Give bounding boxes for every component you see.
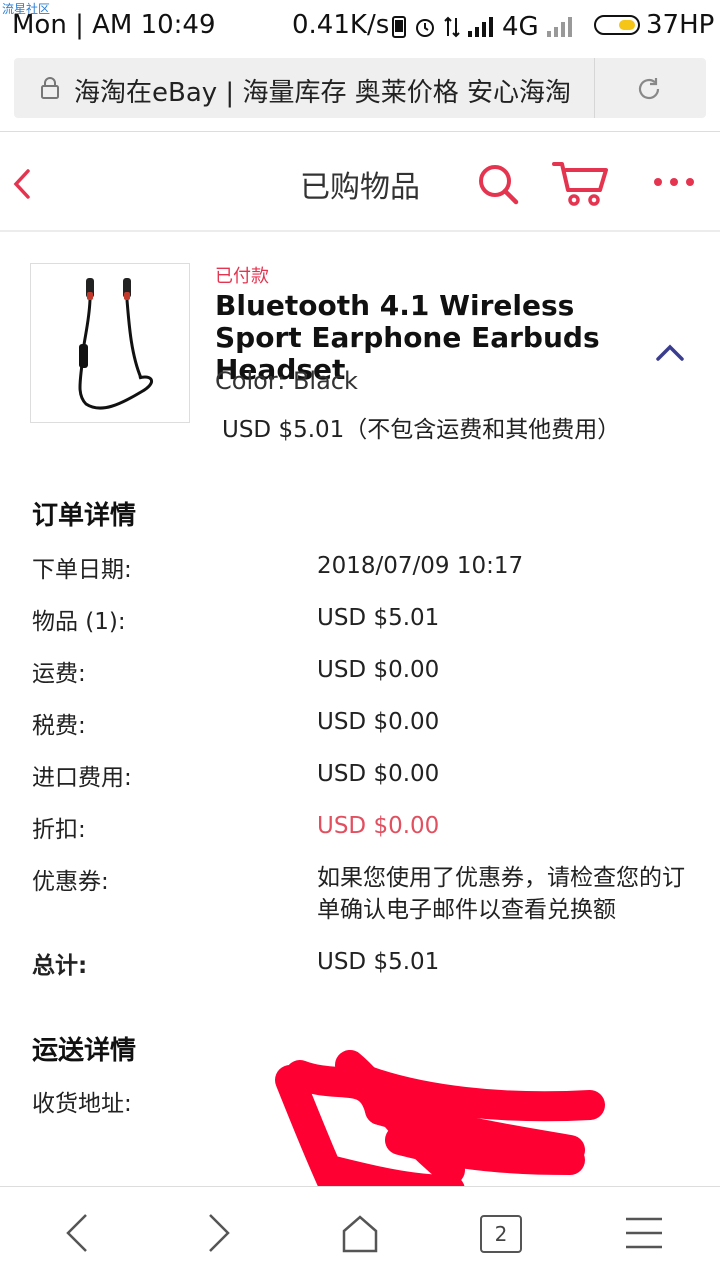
row-value: USD $0.00 [317,709,440,735]
payment-status: 已付款 [215,266,269,287]
url-bar[interactable]: 海淘在eBay | 海量库存 奥莱价格 安心海淘 [14,58,706,118]
status-bar: Mon | AM 10:49 0.41K/s 4G 37HP [0,0,720,50]
row-value: 如果您使用了优惠券，请检查您的订单确认电子邮件以查看兑换额 [317,865,685,923]
row-value: 2018/07/09 10:17 [317,553,524,579]
more-options-icon[interactable] [652,176,696,188]
row-value: USD $0.00 [317,813,440,839]
signal-icon [468,17,493,37]
row-label: 下单日期: [32,557,132,583]
watermark: 流星社区 [2,2,51,16]
status-net-speed: 0.41K/s [292,10,390,40]
search-icon[interactable] [476,162,520,206]
app-header: 已购物品 [0,132,720,232]
back-icon[interactable] [56,1211,100,1255]
row-value: USD $5.01 [317,949,440,975]
row-value: USD $0.00 [317,761,440,787]
browser-toolbar: 海淘在eBay | 海量库存 奥莱价格 安心海淘 [0,50,720,132]
item-price: USD $5.01（不包含运费和其他费用） [222,417,621,443]
reload-icon[interactable] [634,74,664,104]
lock-icon [41,77,59,99]
chevron-up-icon[interactable] [654,343,686,363]
row-label: 优惠券: [32,869,109,895]
tabs-button[interactable]: 2 [480,1215,522,1253]
signal-icon-2 [546,17,572,37]
row-label: 收货地址: [32,1091,132,1117]
row-label: 进口费用: [32,765,132,791]
row-label: 总计: [32,953,88,979]
url-text[interactable]: 海淘在eBay | 海量库存 奥莱价格 安心海淘 [74,72,594,109]
menu-icon[interactable] [622,1211,666,1255]
battery-icon [594,15,640,35]
row-label: 物品 (1): [32,609,126,635]
page-title: 已购物品 [300,170,420,205]
order-details-heading: 订单详情 [32,501,137,531]
row-label: 运费: [32,661,86,687]
earphones-image [78,278,153,410]
item-color: Color: Black [215,367,358,395]
url-divider [594,58,595,118]
status-icons: 4G [392,12,573,42]
browser-bottom-nav: 2 [0,1186,720,1280]
network-type: 4G [502,12,539,42]
row-value: USD $0.00 [317,657,440,683]
forward-icon[interactable] [196,1211,240,1255]
row-value: USD $5.01 [317,605,440,631]
cart-icon[interactable] [552,160,610,208]
row-label: 折扣: [32,817,86,843]
home-icon[interactable] [338,1211,382,1255]
item-thumbnail[interactable] [30,263,190,423]
data-transfer-icon [444,16,460,38]
row-label: 税费: [32,713,86,739]
alarm-icon [416,19,434,37]
battery-text: 37HP [646,10,715,40]
shipping-details-heading: 运送详情 [32,1036,137,1066]
phone-icon [392,16,406,38]
